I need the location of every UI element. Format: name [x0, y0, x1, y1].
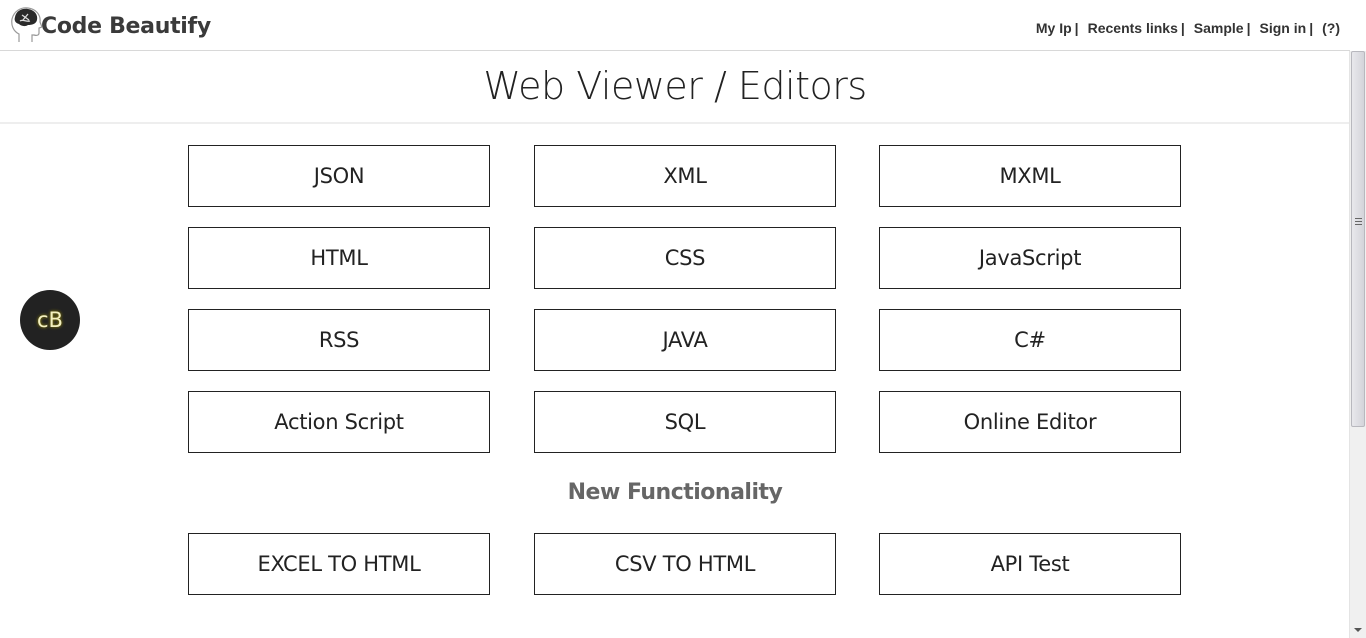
nav-link-my-ip[interactable]: My Ip [1036, 20, 1072, 36]
separator: | [1309, 20, 1314, 36]
tool-button-csv-to-html[interactable]: CSV TO HTML [534, 533, 836, 595]
nav-link-sample[interactable]: Sample [1194, 20, 1244, 36]
divider [0, 122, 1350, 124]
brain-head-icon [11, 7, 42, 42]
tool-button-online-editor[interactable]: Online Editor [879, 391, 1181, 453]
nav-link-help[interactable]: (?) [1322, 20, 1340, 36]
page-title: Web Viewer / Editors [483, 64, 867, 108]
tool-button-rss[interactable]: RSS [188, 309, 490, 371]
tool-button-css[interactable]: CSS [534, 227, 836, 289]
grip-icon [1355, 218, 1362, 227]
tool-button-xml[interactable]: XML [534, 145, 836, 207]
top-nav: My Ip | Recents links | Sample | Sign in | (… [1036, 20, 1340, 36]
separator: | [1246, 20, 1251, 36]
floating-badge[interactable]: cB [20, 290, 80, 350]
tool-button-csharp[interactable]: C# [879, 309, 1181, 371]
section-title: New Functionality [567, 480, 783, 505]
scroll-thumb[interactable] [1351, 51, 1365, 427]
tool-button-sql[interactable]: SQL [534, 391, 836, 453]
tool-button-java[interactable]: JAVA [534, 309, 836, 371]
logo[interactable]: Code Beautify [10, 6, 211, 44]
tool-button-action-script[interactable]: Action Script [188, 391, 490, 453]
tool-button-excel-to-html[interactable]: EXCEL TO HTML [188, 533, 490, 595]
scroll-down-arrow-icon[interactable] [1354, 628, 1362, 632]
tool-button-api-test[interactable]: API Test [879, 533, 1181, 595]
tool-button-html[interactable]: HTML [188, 227, 490, 289]
tool-button-json[interactable]: JSON [188, 145, 490, 207]
nav-link-recents[interactable]: Recents links [1088, 20, 1178, 36]
tool-button-javascript[interactable]: JavaScript [879, 227, 1181, 289]
separator: | [1180, 20, 1185, 36]
tool-button-mxml[interactable]: MXML [879, 145, 1181, 207]
site-header: Code Beautify My Ip | Recents links | Samp… [0, 0, 1350, 51]
separator: | [1074, 20, 1079, 36]
vertical-scrollbar[interactable] [1349, 51, 1366, 638]
logo-text: Code Beautify [41, 13, 211, 39]
nav-link-sign-in[interactable]: Sign in [1260, 20, 1307, 36]
